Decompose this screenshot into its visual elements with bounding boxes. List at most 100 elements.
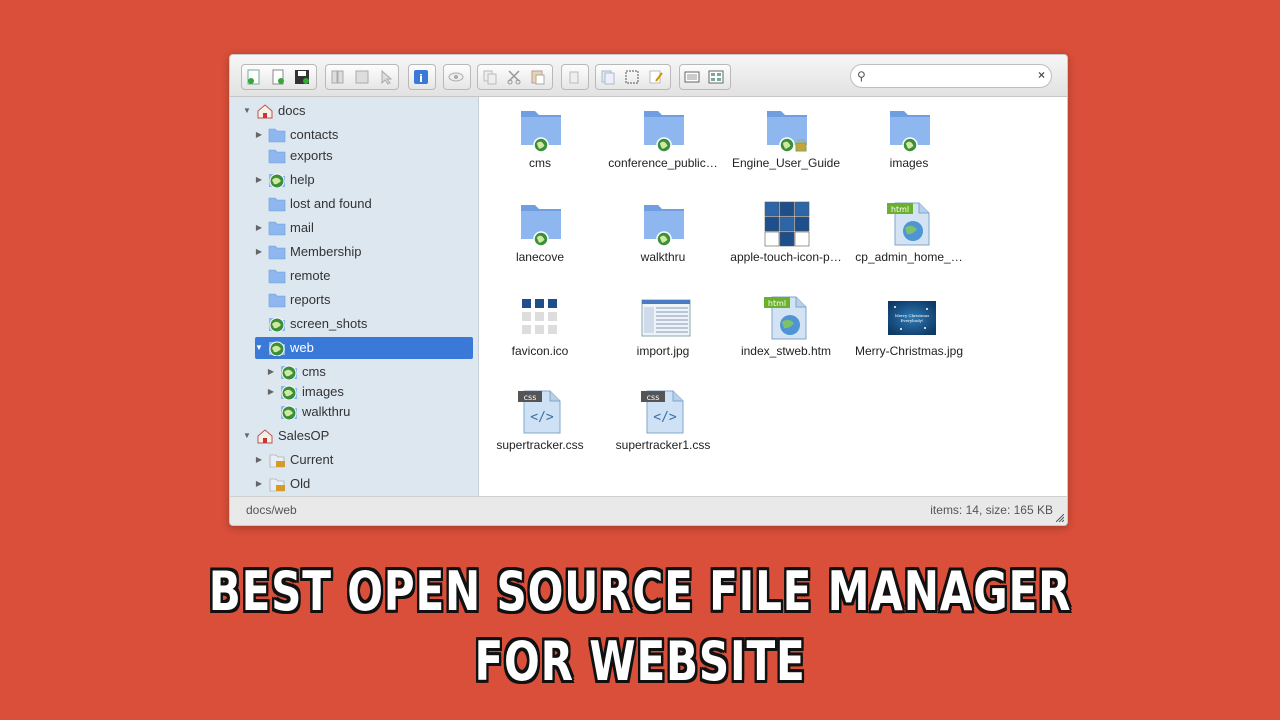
tree-item-cms[interactable]: ▶ cms — [238, 361, 476, 383]
file-name: index_stweb.htm — [740, 344, 832, 358]
scissors-icon — [507, 70, 521, 85]
tree-item-label: lost and found — [290, 196, 372, 211]
expand-toggle-icon[interactable]: ▼ — [242, 425, 252, 447]
file-name: lanecove — [515, 250, 565, 264]
tree-item-remote[interactable]: remote — [238, 265, 476, 287]
file-item[interactable]: Engine_User_Guide — [726, 97, 846, 177]
copy-button[interactable] — [478, 65, 502, 89]
expand-toggle-icon[interactable]: ▶ — [266, 361, 276, 383]
tree-item-current[interactable]: ▶ Current — [238, 449, 476, 471]
tree-item-mail[interactable]: ▶ mail — [238, 217, 476, 239]
folder-icon — [268, 292, 286, 308]
svg-text:html: html — [768, 299, 786, 308]
expand-toggle-icon[interactable]: ▼ — [254, 337, 264, 359]
tree-item-reports[interactable]: reports — [238, 289, 476, 311]
file-item[interactable]: images — [849, 97, 969, 177]
tree-item-label: remote — [290, 268, 331, 283]
file-item[interactable]: html cp_admin_home_… — [849, 191, 969, 271]
file-item[interactable]: cms — [480, 97, 600, 177]
file-item[interactable]: apple-touch-icon-p… — [726, 191, 846, 271]
tree-item-docs[interactable]: ▼ docs — [238, 100, 476, 122]
expand-toggle-icon[interactable]: ▶ — [254, 449, 264, 471]
info-button[interactable]: i — [409, 65, 433, 89]
folder-tree: ▼ docs ▶ contacts exports ▶ help lost and found… — [238, 97, 479, 497]
pointer-icon — [381, 69, 393, 85]
tree-item-label: Membership — [290, 244, 362, 259]
globe-icon — [280, 364, 298, 381]
select-all-icon — [625, 70, 639, 84]
folder-icon — [764, 107, 810, 153]
file-item[interactable]: Merry Christmas Everybody! Merry-Christma… — [849, 285, 969, 365]
tree-item-membership[interactable]: ▶ Membership — [238, 241, 476, 263]
file-item[interactable]: favicon.ico — [480, 285, 600, 365]
christmas-icon: Merry Christmas Everybody! — [887, 295, 936, 341]
folder-icon — [887, 107, 933, 153]
tree-item-lost-and-found[interactable]: lost and found — [238, 193, 476, 215]
expand-toggle-icon[interactable]: ▶ — [254, 124, 264, 146]
new-file-button[interactable] — [266, 65, 290, 89]
file-grid: cms conference_public… Engine_User_Guide… — [479, 97, 1067, 497]
expand-toggle-icon[interactable]: ▼ — [242, 100, 252, 122]
toolbar-group-select — [595, 64, 671, 90]
toolbar-group-delete — [561, 64, 589, 90]
delete-button[interactable] — [562, 65, 586, 89]
tree-item-contacts[interactable]: ▶ contacts — [238, 124, 476, 146]
paste-button[interactable] — [526, 65, 550, 89]
globe-icon — [280, 404, 298, 421]
list-view-button[interactable] — [680, 65, 704, 89]
tree-left-strip — [230, 97, 238, 497]
file-item[interactable]: css </> supertracker1.css — [603, 379, 723, 459]
rename-button[interactable] — [644, 65, 668, 89]
toolbar-group-info: i — [408, 64, 436, 90]
toolbar-group-open — [325, 64, 399, 90]
clear-search-icon[interactable]: × — [1038, 68, 1045, 82]
file-name: cp_admin_home_… — [855, 250, 963, 264]
duplicate-button[interactable] — [596, 65, 620, 89]
tree-item-label: walkthru — [302, 404, 351, 419]
eye-icon — [448, 72, 464, 82]
tree-item-walkthru[interactable]: walkthru — [238, 401, 476, 423]
download-button[interactable] — [350, 65, 374, 89]
file-item[interactable]: walkthru — [603, 191, 723, 271]
globe-icon — [268, 340, 286, 357]
file-item[interactable]: html index_stweb.htm — [726, 285, 846, 365]
svg-text:css: css — [647, 393, 660, 402]
css-icon: css </> — [518, 389, 564, 435]
tree-item-exports[interactable]: exports — [238, 145, 476, 167]
tree-item-label: reports — [290, 292, 331, 307]
new-folder-button[interactable] — [242, 65, 266, 89]
tree-item-label: exports — [290, 148, 333, 163]
tree-item-web[interactable]: ▼ web — [255, 337, 473, 359]
file-name: conference_public… — [608, 156, 718, 170]
expand-toggle-icon[interactable]: ▶ — [254, 217, 264, 239]
preview-button[interactable] — [444, 65, 468, 89]
tree-item-label: mail — [290, 220, 314, 235]
file-item[interactable]: css </> supertracker.css — [480, 379, 600, 459]
save-button[interactable] — [290, 65, 314, 89]
tree-item-help[interactable]: ▶ help — [238, 169, 476, 191]
tree-item-old[interactable]: ▶ Old — [238, 473, 476, 495]
list-view-icon — [684, 71, 700, 83]
file-item[interactable]: lanecove — [480, 191, 600, 271]
file-item[interactable]: conference_public… — [603, 97, 723, 177]
select-button[interactable] — [374, 65, 398, 89]
expand-toggle-icon[interactable]: ▶ — [254, 473, 264, 495]
file-name: apple-touch-icon-p… — [730, 250, 842, 264]
expand-toggle-icon[interactable]: ▶ — [254, 169, 264, 191]
tree-item-salesop[interactable]: ▼ SalesOP — [238, 425, 476, 447]
cut-button[interactable] — [502, 65, 526, 89]
file-item[interactable]: import.jpg — [603, 285, 723, 365]
save-icon — [295, 70, 309, 84]
expand-toggle-icon[interactable]: ▶ — [266, 381, 276, 403]
search-icon: ⚲ — [857, 69, 866, 83]
open-button[interactable] — [326, 65, 350, 89]
resize-grip-icon[interactable] — [1056, 514, 1064, 522]
expand-toggle-icon[interactable]: ▶ — [254, 241, 264, 263]
toolbar-group-edit — [477, 64, 553, 90]
search-input[interactable] — [873, 68, 1037, 86]
tree-item-label: SalesOP — [278, 428, 330, 443]
icon-view-button[interactable] — [704, 65, 728, 89]
select-all-button[interactable] — [620, 65, 644, 89]
tree-item-screen-shots[interactable]: screen_shots — [238, 313, 476, 335]
tree-item-images[interactable]: ▶ images — [238, 381, 476, 403]
